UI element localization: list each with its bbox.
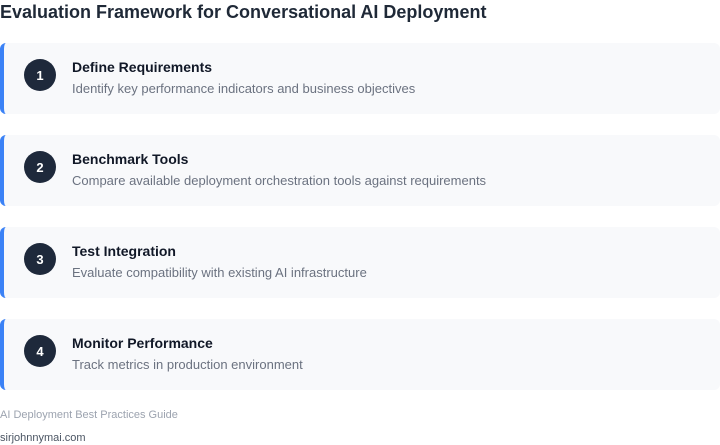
step-card-test-integration: 3 Test Integration Evaluate compatibilit… — [0, 227, 720, 298]
step-title: Benchmark Tools — [72, 151, 189, 167]
step-title: Monitor Performance — [72, 335, 213, 351]
step-description: Identify key performance indicators and … — [72, 81, 416, 96]
step-number-badge: 2 — [24, 151, 56, 183]
step-card-define-requirements: 1 Define Requirements Identify key perfo… — [0, 43, 720, 114]
step-description: Evaluate compatibility with existing AI … — [72, 265, 367, 280]
footer-site-link[interactable]: sirjohnnymai.com — [0, 432, 86, 445]
step-number-badge: 3 — [24, 243, 56, 275]
step-title: Test Integration — [72, 243, 176, 259]
steps-list: 1 Define Requirements Identify key perfo… — [0, 43, 720, 411]
footer-guide-title: AI Deployment Best Practices Guide — [0, 409, 178, 421]
step-card-monitor-performance: 4 Monitor Performance Track metrics in p… — [0, 319, 720, 390]
step-card-benchmark-tools: 2 Benchmark Tools Compare available depl… — [0, 135, 720, 206]
step-title: Define Requirements — [72, 59, 213, 75]
step-description: Compare available deployment orchestrati… — [72, 173, 487, 188]
page-title: Evaluation Framework for Conversational … — [0, 2, 487, 22]
step-number-badge: 4 — [24, 335, 56, 367]
step-number-badge: 1 — [24, 59, 56, 91]
step-description: Track metrics in production environment — [72, 357, 303, 372]
